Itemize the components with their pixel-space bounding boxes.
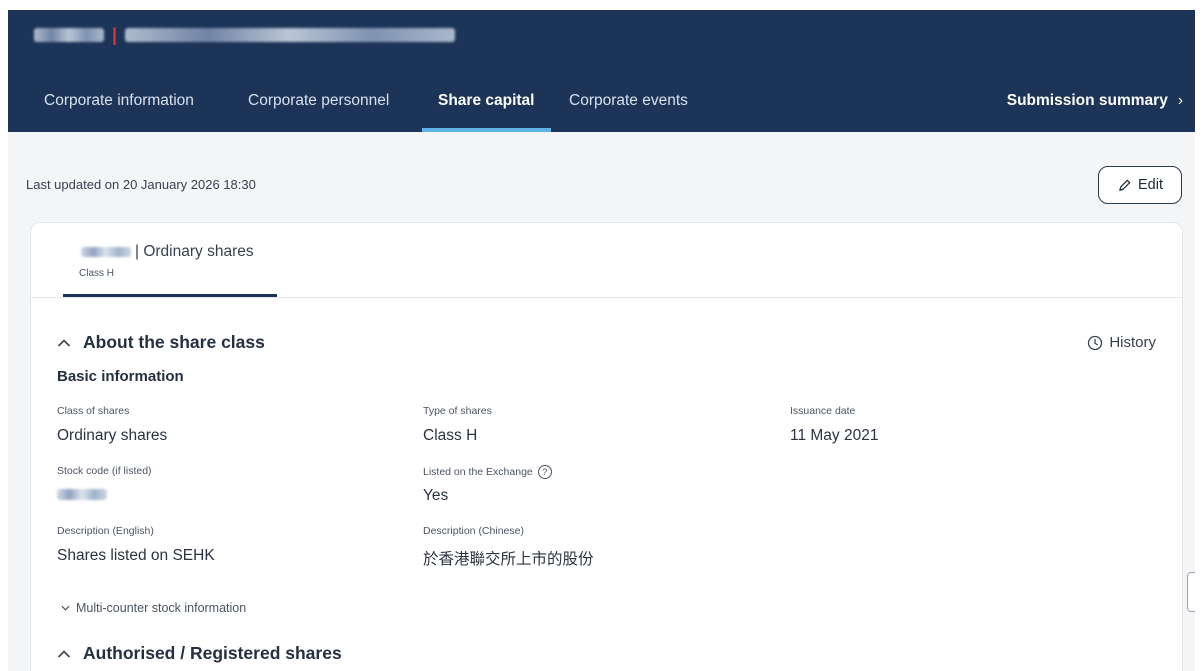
history-label: History	[1109, 334, 1156, 351]
listed-on-exchange-label-text: Listed on the Exchange	[423, 466, 533, 478]
app-frame: | Corporate information Corporate person…	[8, 10, 1195, 671]
tab-corporate-events[interactable]: Corporate events	[569, 70, 688, 132]
authorised-section-toggle[interactable]: Authorised / Registered shares	[57, 643, 342, 664]
question-circle-icon[interactable]: ?	[537, 465, 552, 479]
company-separator: |	[112, 24, 118, 45]
last-updated-text: Last updated on 20 January 2026 18:30	[26, 177, 256, 192]
description-chinese-value: 於香港聯交所上市的股份	[423, 551, 594, 568]
share-class-tab[interactable]: | Ordinary shares Class H	[63, 223, 277, 297]
share-class-title: | Ordinary shares	[81, 243, 254, 261]
multi-counter-toggle[interactable]: Multi-counter stock information	[61, 601, 246, 615]
listed-on-exchange-label: Listed on the Exchange ?	[423, 465, 552, 479]
chevron-up-icon	[57, 649, 71, 658]
multi-counter-label: Multi-counter stock information	[76, 601, 247, 615]
tab-divider	[31, 297, 1182, 298]
type-of-shares-value: Class H	[423, 427, 478, 444]
clock-icon	[1088, 335, 1103, 350]
type-of-shares-label: Type of shares	[423, 405, 492, 417]
history-button[interactable]: History	[1087, 334, 1156, 351]
description-chinese-label: Description (Chinese)	[423, 525, 524, 537]
basic-information-heading: Basic information	[57, 368, 184, 385]
company-name-redacted: |	[34, 24, 456, 46]
issuance-date-label: Issuance date	[790, 405, 856, 417]
redacted-stock-code	[34, 28, 104, 42]
tab-share-capital[interactable]: Share capital	[422, 70, 550, 132]
stock-code-label: Stock code (if listed)	[57, 465, 152, 477]
listed-on-exchange-value: Yes	[423, 487, 449, 504]
share-class-subtitle: Class H	[79, 268, 115, 279]
issuance-date-value: 11 May 2021	[790, 427, 879, 444]
authorised-section-title: Authorised / Registered shares	[83, 643, 342, 663]
about-section-toggle[interactable]: About the share class	[57, 332, 265, 353]
chevron-down-icon	[61, 605, 70, 611]
description-english-label: Description (English)	[57, 525, 154, 537]
redacted-stock-code-value	[57, 489, 107, 500]
redacted-company-name	[125, 28, 456, 42]
submission-summary-label: Submission summary	[1006, 92, 1168, 109]
side-panel-handle[interactable]	[1187, 572, 1195, 612]
submission-summary-link[interactable]: Submission summary ›	[1007, 70, 1183, 132]
chevron-up-icon	[57, 338, 71, 347]
top-header: | Corporate information Corporate person…	[8, 10, 1195, 132]
pencil-icon	[1119, 179, 1131, 191]
edit-button[interactable]: Edit	[1098, 166, 1182, 204]
redacted-share-code	[81, 247, 131, 257]
main-nav: Corporate information Corporate personne…	[8, 70, 1195, 132]
tab-corporate-personnel[interactable]: Corporate personnel	[248, 70, 389, 132]
description-english-value: Shares listed on SEHK	[57, 547, 215, 564]
tab-corporate-information[interactable]: Corporate information	[44, 70, 194, 132]
about-section-title: About the share class	[83, 332, 265, 352]
chevron-right-icon: ›	[1177, 92, 1183, 109]
share-class-title-text: | Ordinary shares	[135, 243, 254, 260]
share-class-card: | Ordinary shares Class H About the shar…	[30, 222, 1183, 671]
edit-button-label: Edit	[1138, 177, 1163, 193]
class-of-shares-value: Ordinary shares	[57, 427, 168, 444]
stock-code-value	[57, 487, 107, 505]
class-of-shares-label: Class of shares	[57, 405, 130, 417]
